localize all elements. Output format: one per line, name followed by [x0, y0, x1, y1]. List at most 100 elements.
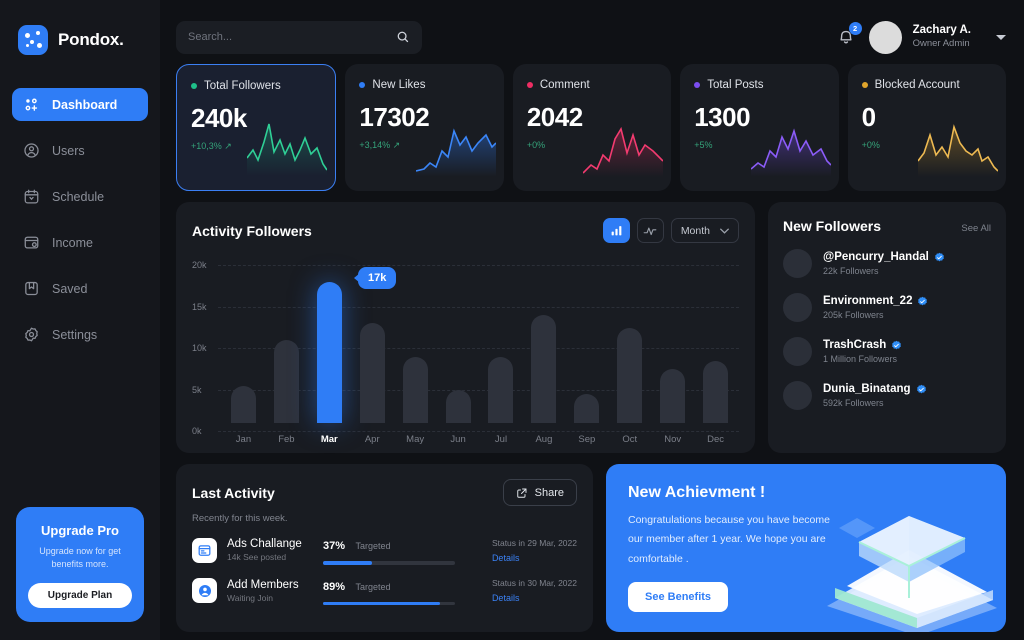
list-item[interactable]: Environment_22 205k Followers	[783, 293, 991, 322]
sidebar-item-users[interactable]: Users	[12, 134, 148, 167]
activity-followers-card: Activity Followers Month 20k 15k 10k 5k …	[176, 202, 755, 453]
bar[interactable]	[359, 323, 385, 423]
follower-name: Environment_22	[823, 295, 928, 307]
user-info: Zachary A. Owner Admin	[913, 23, 971, 51]
period-label: Month	[680, 224, 710, 237]
activity-note: Waiting Join	[227, 592, 273, 603]
bar-column[interactable]	[222, 257, 265, 423]
sparkline-chart	[247, 123, 328, 176]
avatar[interactable]	[868, 20, 902, 54]
bar-column[interactable]	[522, 257, 565, 423]
verified-badge-icon	[916, 384, 926, 393]
list-item[interactable]: @Pencurry_Handal 22k Followers	[783, 249, 991, 278]
upgrade-subtitle: Upgrade now for get benefits more.	[39, 545, 121, 569]
bar[interactable]	[445, 389, 471, 423]
chart-header: Activity Followers Month	[192, 218, 739, 243]
sidebar-item-saved[interactable]: Saved	[12, 272, 148, 305]
progress-track	[323, 561, 455, 565]
stat-card-new-likes[interactable]: New Likes 17302 +3,14% ↗	[345, 64, 504, 191]
dashboard-grid-icon	[25, 98, 38, 111]
bar[interactable]	[316, 281, 342, 423]
stat-head: Total Posts	[694, 79, 824, 91]
sidebar-item-dashboard[interactable]: Dashboard	[12, 88, 148, 121]
see-benefits-button[interactable]: See Benefits	[628, 582, 729, 613]
bar-column[interactable]	[651, 257, 694, 423]
stat-card-blocked-account[interactable]: Blocked Account 0 +0%	[847, 64, 1007, 191]
sidebar-item-schedule[interactable]: Schedule	[12, 180, 148, 213]
stat-card-total-posts[interactable]: Total Posts 1300 +5%	[680, 64, 839, 191]
follower-handle: Environment_22	[823, 295, 913, 307]
bar[interactable]	[488, 356, 514, 423]
sidebar-item-label: Saved	[52, 281, 88, 296]
bar-column[interactable]	[608, 257, 651, 423]
x-axis-tick-label: Jul	[494, 434, 508, 445]
sidebar-item-settings[interactable]: Settings	[12, 318, 148, 351]
stat-card-comment[interactable]: Comment 2042 +0%	[512, 64, 672, 191]
follower-count: 205k Followers	[823, 310, 884, 320]
activity-targeted-label: Targeted	[355, 581, 391, 592]
bar[interactable]	[574, 393, 600, 423]
activity-row[interactable]: Ads Challange 14k See posted 37% Targete…	[192, 536, 577, 565]
follower-handle: Dunia_Binatang	[823, 383, 911, 395]
activity-details-link[interactable]: Details	[492, 593, 577, 603]
search-icon[interactable]	[396, 30, 410, 44]
sidebar-item-label: Income	[52, 235, 93, 250]
avatar	[783, 381, 812, 410]
avatar	[783, 337, 812, 366]
activity-row[interactable]: Add Members Waiting Join 89% Targeted St…	[192, 577, 577, 605]
follower-info: @Pencurry_Handal 22k Followers	[823, 251, 945, 276]
bar-column[interactable]	[694, 257, 737, 423]
activity-status: Status in 30 Mar, 2022 Details	[492, 578, 577, 603]
share-external-icon	[516, 488, 527, 498]
last-activity-title: Last Activity	[192, 484, 275, 501]
search-input[interactable]	[188, 31, 396, 43]
bar[interactable]	[273, 340, 299, 423]
y-axis-tick-label: 5k	[192, 384, 202, 395]
share-button[interactable]: Share	[502, 479, 577, 506]
stat-head: Blocked Account	[861, 79, 992, 91]
bar-column[interactable]	[480, 257, 523, 423]
bar[interactable]	[531, 315, 557, 423]
bar[interactable]	[660, 369, 686, 423]
stat-card-total-followers[interactable]: Total Followers 240k +10,3% ↗	[176, 64, 337, 191]
bar-column[interactable]	[394, 257, 437, 423]
progress-fill	[323, 561, 372, 565]
brand: Pondox.	[0, 18, 160, 62]
activity-percent: 37%	[323, 540, 346, 552]
bar[interactable]	[402, 356, 428, 423]
sidebar-item-income[interactable]: Income	[12, 226, 148, 259]
stat-label: Blocked Account	[874, 79, 960, 91]
list-item[interactable]: TrashCrash 1 Million Followers	[783, 337, 991, 366]
bookmark-icon	[25, 281, 38, 296]
upgrade-title: Upgrade Pro	[40, 522, 119, 538]
upgrade-plan-button[interactable]: Upgrade Plan	[28, 583, 132, 608]
bar-column[interactable]	[565, 257, 608, 423]
bar-column[interactable]	[265, 257, 308, 423]
bar-column[interactable]	[308, 257, 351, 423]
bar-chart-toggle[interactable]	[602, 218, 630, 243]
search-box[interactable]	[176, 20, 422, 54]
activity-targeted-label: Targeted	[355, 541, 391, 551]
activity-name: Add Members	[227, 578, 299, 591]
bar-column[interactable]	[437, 257, 480, 423]
user-circle-icon	[24, 143, 39, 158]
upgrade-pro-card: Upgrade Pro Upgrade now for get benefits…	[16, 506, 144, 622]
stat-head: Comment	[526, 79, 657, 91]
bar[interactable]	[703, 360, 729, 423]
user-menu-chevron-down-icon[interactable]	[996, 34, 1006, 40]
y-axis-tick-label: 0k	[192, 426, 202, 436]
activity-details-link[interactable]: Details	[492, 553, 577, 563]
activity-progress: 89% Targeted	[323, 577, 455, 605]
bar[interactable]	[230, 385, 256, 423]
activity-progress-head: 89% Targeted	[323, 577, 455, 595]
x-axis-tick-label: Jan	[235, 434, 252, 445]
list-item[interactable]: Dunia_Binatang 592k Followers	[783, 381, 991, 410]
line-chart-toggle[interactable]	[636, 218, 664, 243]
stat-head: Total Followers	[191, 80, 321, 92]
notifications-button[interactable]: 2	[836, 22, 862, 49]
user-role: Owner Admin	[912, 38, 970, 50]
bar[interactable]	[617, 327, 643, 423]
period-dropdown[interactable]: Month	[670, 218, 739, 243]
see-all-link[interactable]: See All	[961, 223, 991, 234]
sidebar-item-label: Users	[52, 143, 85, 158]
